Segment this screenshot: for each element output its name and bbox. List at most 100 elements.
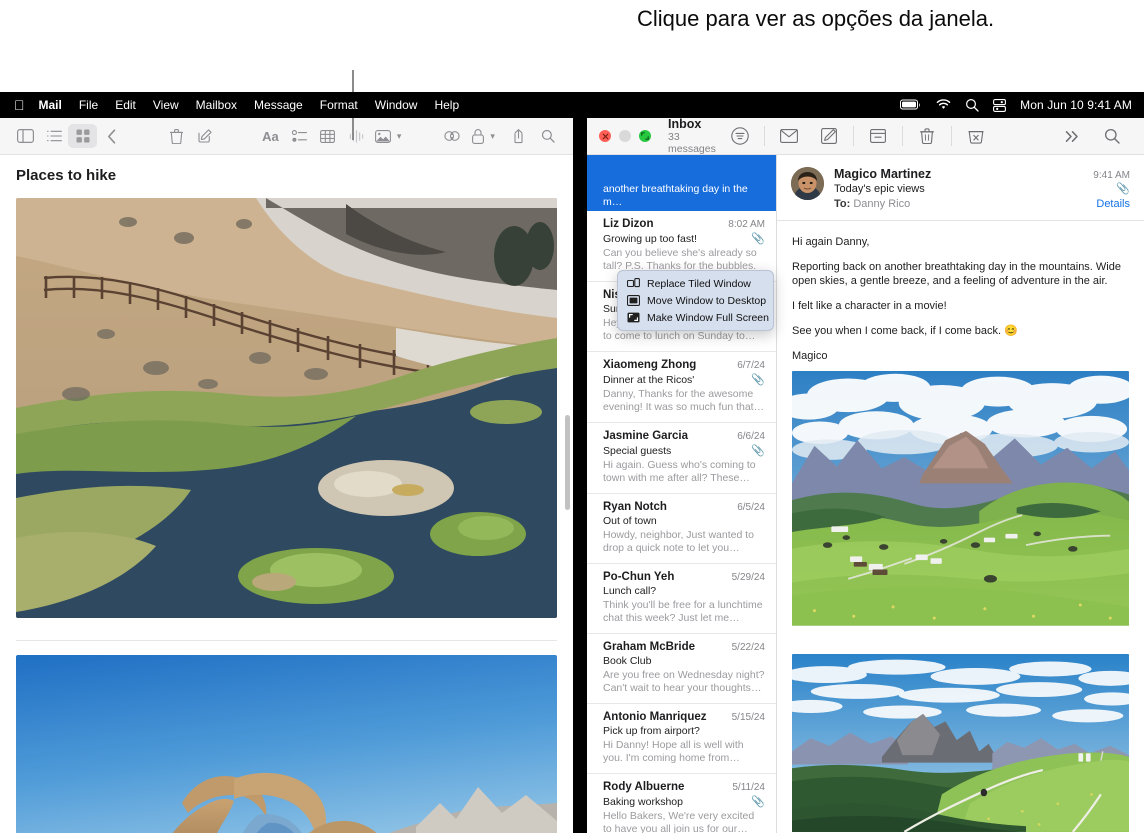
window-options-menu[interactable]: Replace Tiled Window Move Window to Desk… <box>617 270 774 331</box>
toolbar-divider <box>951 126 952 146</box>
hot-creek-river-photo[interactable] <box>16 198 557 618</box>
message-subject: Baking workshop <box>603 796 683 808</box>
menu-item-replace-tiled-window[interactable]: Replace Tiled Window <box>618 275 773 292</box>
list-item[interactable]: another breathtaking day in the m… <box>587 155 776 211</box>
minimize-button[interactable] <box>619 130 631 142</box>
format-text-icon[interactable]: Aa <box>256 124 285 148</box>
list-item[interactable]: Antonio Manriquez5/15/24 Pick up from ai… <box>587 704 776 774</box>
message-date: 5/22/24 <box>732 642 765 653</box>
menu-item-make-window-full-screen[interactable]: Make Window Full Screen <box>618 309 773 326</box>
callout-leader-line-lower <box>352 118 354 140</box>
notes-content: Places to hike <box>0 155 573 833</box>
menu-item-file[interactable]: File <box>79 98 98 112</box>
media-chevron-down-icon[interactable]: ▾ <box>397 131 402 142</box>
message-sender: Liz Dizon <box>603 218 653 230</box>
alabama-hills-arch-photo[interactable] <box>16 655 557 833</box>
filter-icon[interactable] <box>720 123 760 149</box>
battery-icon[interactable] <box>900 99 922 111</box>
mail-main: another breathtaking day in the m… Liz D… <box>587 155 1144 833</box>
message-subject: Dinner at the Ricos' <box>603 374 694 386</box>
body-paragraph: Reporting back on another breathtaking d… <box>792 260 1129 288</box>
search-icon[interactable] <box>533 124 562 148</box>
details-link[interactable]: Details <box>1096 198 1130 210</box>
back-chevron-icon[interactable] <box>97 124 126 148</box>
attachment-icon: 📎 <box>1116 182 1130 195</box>
mailbox-message-count: 33 messages <box>668 131 720 155</box>
list-item[interactable]: Ryan Notch6/5/24 Out of town Howdy, neig… <box>587 494 776 564</box>
apple-logo-icon[interactable]:  <box>14 98 25 112</box>
body-paragraph: See you when I come back, if I come back… <box>792 324 1129 338</box>
mountain-trail-photo[interactable] <box>792 654 1129 833</box>
compose-note-icon[interactable] <box>191 124 220 148</box>
fullscreen-button[interactable] <box>639 130 651 142</box>
compose-icon[interactable] <box>809 123 849 149</box>
toolbar-divider <box>853 126 854 146</box>
list-item[interactable]: Xiaomeng Zhong 6/7/24 Dinner at the Ricos… <box>587 352 776 423</box>
recipient-label: To: <box>834 198 850 210</box>
sidebar-toggle-icon[interactable] <box>11 124 40 148</box>
avatar[interactable] <box>791 167 824 200</box>
message-preview: Hi Danny! Hope all is well with you. I'm… <box>603 739 765 765</box>
close-button[interactable] <box>599 130 611 142</box>
notes-window: Aa ▾ <box>0 118 573 833</box>
list-item[interactable]: Rody Albuerne5/11/24 Baking workshop📎 He… <box>587 774 776 833</box>
note-divider <box>16 640 557 641</box>
trash-icon[interactable] <box>162 124 191 148</box>
table-icon[interactable] <box>314 124 343 148</box>
audio-icon[interactable] <box>342 124 371 148</box>
menu-item-window[interactable]: Window <box>375 98 418 112</box>
menu-item-message[interactable]: Message <box>254 98 303 112</box>
menu-item-format[interactable]: Format <box>320 98 358 112</box>
delete-icon[interactable] <box>907 123 947 149</box>
junk-icon[interactable] <box>956 123 996 149</box>
message-sender: Xiaomeng Zhong <box>603 359 696 371</box>
media-icon[interactable] <box>371 124 396 148</box>
message-date: 6/6/24 <box>737 431 765 442</box>
list-item[interactable]: Po-Chun Yeh5/29/24 Lunch call? Think you… <box>587 564 776 634</box>
list-view-icon[interactable] <box>40 124 69 148</box>
menu-item-label: Move Window to Desktop <box>647 295 766 307</box>
wifi-icon[interactable] <box>936 99 951 111</box>
mailbox-name: Inbox <box>668 118 720 131</box>
message-list[interactable]: another breathtaking day in the m… Liz D… <box>587 155 777 833</box>
body-paragraph: Magico <box>792 349 1129 363</box>
message-subject: Book Club <box>603 655 651 667</box>
mailbox-header: Inbox 33 messages <box>668 118 720 155</box>
menu-item-edit[interactable]: Edit <box>115 98 136 112</box>
notes-scrollbar[interactable] <box>565 415 570 510</box>
message-date: 8:02 AM <box>728 219 765 230</box>
message-date: 6/5/24 <box>737 502 765 513</box>
mail-window: Inbox 33 messages <box>587 118 1144 833</box>
message-sender: Ryan Notch <box>603 501 667 513</box>
message-subject: Lunch call? <box>603 585 656 597</box>
search-icon[interactable] <box>1092 123 1132 149</box>
menubar-clock[interactable]: Mon Jun 10 9:41 AM <box>1020 98 1132 112</box>
checklist-icon[interactable] <box>285 124 314 148</box>
share-icon[interactable] <box>505 124 534 148</box>
menu-item-move-window-to-desktop[interactable]: Move Window to Desktop <box>618 292 773 309</box>
message-header: Magico Martinez 9:41 AM Today's epic vie… <box>777 155 1144 221</box>
menu-item-mailbox[interactable]: Mailbox <box>196 98 237 112</box>
control-center-icon[interactable] <box>993 99 1006 112</box>
lock-icon[interactable] <box>466 124 489 148</box>
message-subject: Special guests <box>603 445 671 457</box>
lock-chevron-down-icon[interactable]: ▾ <box>490 131 495 142</box>
message-preview: Think you'll be free for a lunchtime cha… <box>603 599 765 625</box>
message-date: 6/7/24 <box>737 360 765 371</box>
gallery-view-icon[interactable] <box>68 124 97 148</box>
menu-item-mail[interactable]: Mail <box>39 98 62 112</box>
search-icon[interactable] <box>965 98 979 112</box>
message-date: 5/15/24 <box>732 712 765 723</box>
archive-icon[interactable] <box>858 123 898 149</box>
menu-item-view[interactable]: View <box>153 98 179 112</box>
menu-item-help[interactable]: Help <box>434 98 459 112</box>
message-subject: Today's epic views <box>834 183 925 195</box>
more-icon[interactable] <box>1052 123 1092 149</box>
alpine-meadow-photo[interactable] <box>792 371 1129 643</box>
collaborate-icon[interactable] <box>438 124 467 148</box>
message-date: 5/11/24 <box>732 782 765 793</box>
message-preview: Howdy, neighbor, Just wanted to drop a q… <box>603 529 765 555</box>
list-item[interactable]: Graham McBride5/22/24 Book Club Are you … <box>587 634 776 704</box>
unread-icon[interactable] <box>769 123 809 149</box>
list-item[interactable]: Jasmine Garcia6/6/24 Special guests📎 Hi … <box>587 423 776 494</box>
